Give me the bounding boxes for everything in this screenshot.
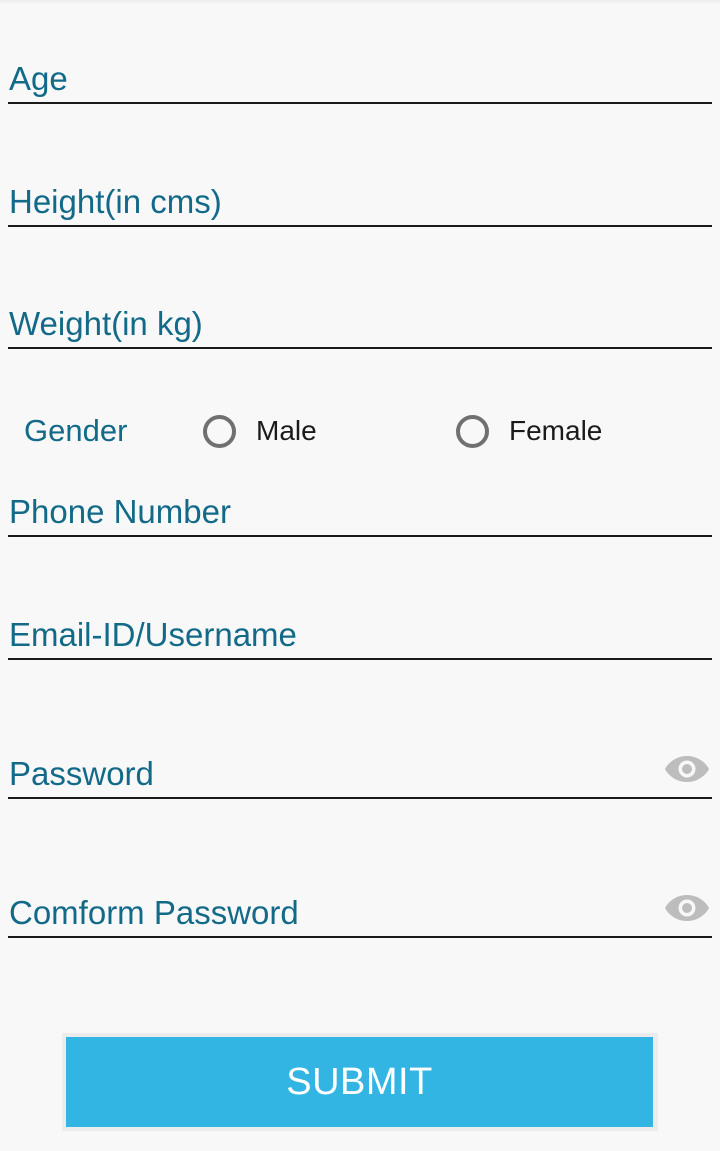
gender-option-male-label: Male xyxy=(256,415,317,446)
password-placeholder: Password xyxy=(9,755,154,792)
top-shadow xyxy=(0,0,720,4)
eye-icon[interactable] xyxy=(664,893,710,923)
height-placeholder: Height(in cms) xyxy=(9,183,222,220)
eye-icon[interactable] xyxy=(664,754,710,784)
confirm-password-placeholder: Comform Password xyxy=(9,894,299,931)
radio-unchecked-icon[interactable] xyxy=(203,414,236,448)
gender-row: Gender Male Female xyxy=(0,405,720,457)
submit-button-container: SUBMIT xyxy=(62,1033,658,1131)
submit-button[interactable]: SUBMIT xyxy=(66,1037,653,1127)
phone-number-input[interactable]: Phone Number xyxy=(8,472,712,537)
registration-screen: Age Height(in cms) Weight(in kg) Gender … xyxy=(0,0,720,1151)
radio-unchecked-icon[interactable] xyxy=(456,414,489,448)
password-input[interactable]: Password xyxy=(8,730,712,799)
gender-option-female-label: Female xyxy=(509,415,603,446)
weight-placeholder: Weight(in kg) xyxy=(9,305,203,342)
age-input[interactable]: Age xyxy=(8,40,712,104)
phone-number-placeholder: Phone Number xyxy=(9,493,231,530)
age-placeholder: Age xyxy=(9,60,68,97)
gender-label: Gender xyxy=(24,413,128,448)
height-input[interactable]: Height(in cms) xyxy=(8,163,712,227)
confirm-password-input[interactable]: Comform Password xyxy=(8,869,712,938)
email-username-placeholder: Email-ID/Username xyxy=(9,616,297,653)
weight-input[interactable]: Weight(in kg) xyxy=(8,285,712,349)
email-username-input[interactable]: Email-ID/Username xyxy=(8,595,712,660)
gender-radio-male[interactable]: Male xyxy=(203,410,317,452)
gender-radio-female[interactable]: Female xyxy=(456,410,602,452)
